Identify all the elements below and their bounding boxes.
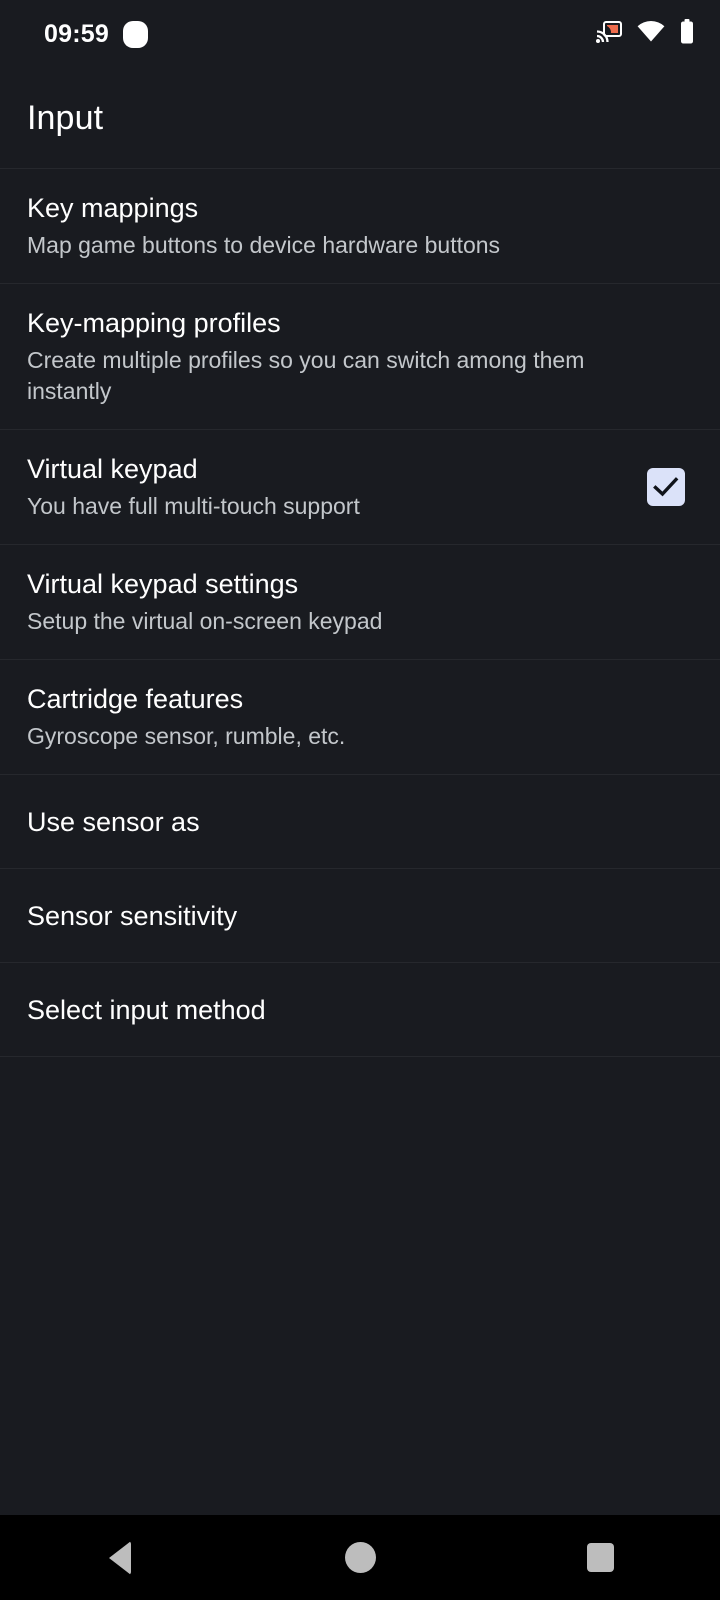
pref-title: Sensor sensitivity bbox=[27, 900, 238, 931]
cast-icon bbox=[595, 20, 622, 48]
title-area: Input bbox=[0, 68, 720, 168]
nav-recents-button[interactable] bbox=[480, 1515, 720, 1600]
pref-virtual-keypad[interactable]: Virtual keypad You have full multi-touch… bbox=[0, 429, 720, 544]
pref-text: Sensor sensitivity bbox=[27, 899, 693, 933]
pref-summary: Gyroscope sensor, rumble, etc. bbox=[27, 723, 346, 749]
pref-title: Virtual keypad bbox=[27, 454, 198, 484]
pref-key-mapping-profiles[interactable]: Key-mapping profiles Create multiple pro… bbox=[0, 283, 720, 429]
pref-text: Select input method bbox=[27, 993, 693, 1027]
pref-text: Key mappings Map game buttons to device … bbox=[27, 191, 693, 261]
pref-text: Virtual keypad settings Setup the virtua… bbox=[27, 567, 693, 637]
status-bar-clock: 09:59 bbox=[44, 19, 109, 48]
settings-list: Key mappings Map game buttons to device … bbox=[0, 168, 720, 1057]
virtual-keypad-checkbox[interactable] bbox=[647, 468, 685, 506]
notification-dot-icon bbox=[122, 20, 148, 48]
pref-title: Use sensor as bbox=[27, 806, 200, 837]
checkmark-icon bbox=[653, 477, 679, 497]
pref-title: Cartridge features bbox=[27, 684, 244, 714]
pref-sensor-sensitivity[interactable]: Sensor sensitivity bbox=[0, 868, 720, 962]
status-bar-right bbox=[595, 19, 694, 49]
pref-use-sensor-as[interactable]: Use sensor as bbox=[0, 774, 720, 868]
pref-text: Use sensor as bbox=[27, 805, 693, 839]
wifi-icon bbox=[637, 21, 665, 47]
home-circle-icon bbox=[344, 1542, 376, 1573]
empty-content-area bbox=[0, 1057, 720, 1515]
pref-title: Virtual keypad settings bbox=[27, 569, 299, 599]
status-bar: 09:59 bbox=[0, 0, 720, 68]
pref-widget bbox=[639, 468, 693, 506]
pref-text: Virtual keypad You have full multi-touch… bbox=[27, 452, 639, 522]
page-title: Input bbox=[27, 98, 104, 137]
pref-text: Key-mapping profiles Create multiple pro… bbox=[27, 306, 693, 407]
pref-key-mappings[interactable]: Key mappings Map game buttons to device … bbox=[0, 168, 720, 283]
recents-square-icon bbox=[586, 1543, 614, 1572]
back-triangle-icon bbox=[109, 1540, 131, 1575]
nav-back-button[interactable] bbox=[0, 1515, 240, 1600]
battery-icon bbox=[680, 19, 694, 49]
nav-home-button[interactable] bbox=[240, 1515, 480, 1600]
phone-screen: 09:59 Input Key mappings Map game button… bbox=[0, 0, 720, 1600]
pref-summary: Map game buttons to device hardware butt… bbox=[27, 232, 501, 258]
pref-title: Key-mapping profiles bbox=[27, 308, 281, 338]
pref-title: Select input method bbox=[27, 994, 266, 1025]
pref-summary: Create multiple profiles so you can swit… bbox=[27, 347, 585, 404]
pref-text: Cartridge features Gyroscope sensor, rum… bbox=[27, 682, 693, 752]
status-bar-left: 09:59 bbox=[44, 20, 148, 49]
pref-select-input-method[interactable]: Select input method bbox=[0, 962, 720, 1056]
pref-summary: Setup the virtual on-screen keypad bbox=[27, 608, 383, 634]
pref-virtual-keypad-settings[interactable]: Virtual keypad settings Setup the virtua… bbox=[0, 544, 720, 659]
pref-cartridge-features[interactable]: Cartridge features Gyroscope sensor, rum… bbox=[0, 659, 720, 774]
system-navigation-bar bbox=[0, 1515, 720, 1600]
pref-summary: You have full multi-touch support bbox=[27, 493, 360, 519]
pref-title: Key mappings bbox=[27, 193, 199, 223]
